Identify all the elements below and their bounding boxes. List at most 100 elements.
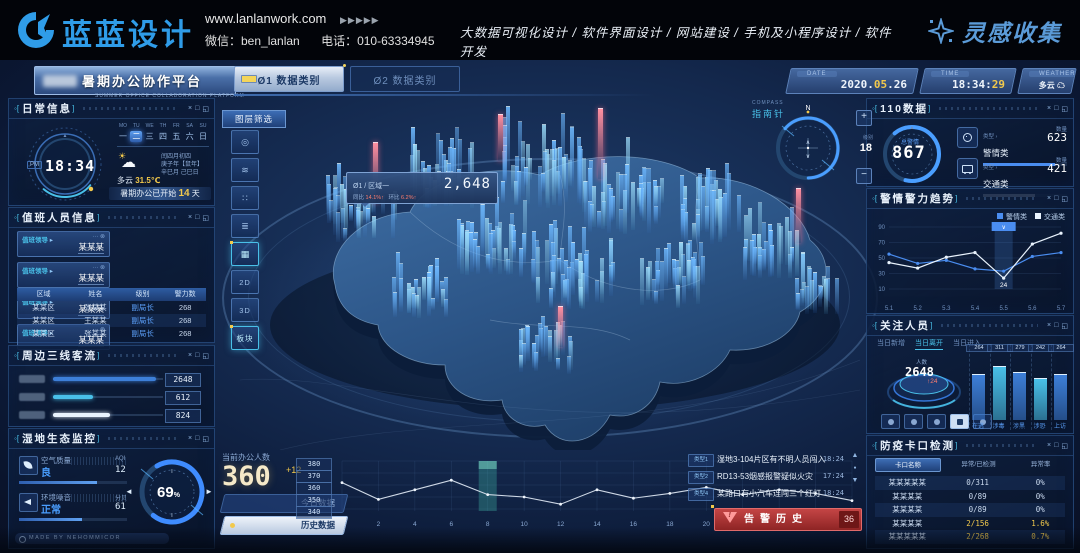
minimize-icon[interactable]: □	[1054, 105, 1058, 112]
alert-list: 类型1湿地3-104片区有不明人员闯入18:24类型2RD13-53烟感报警疑似…	[688, 452, 844, 503]
watch-tab[interactable]: 当日离开	[915, 338, 943, 350]
checkpoint-row: 某某某某某2/2680.7%	[875, 530, 1065, 544]
svg-text:12: 12	[557, 521, 565, 528]
close-icon[interactable]: ×	[1047, 105, 1051, 112]
flow-bar-row: 824	[19, 409, 207, 421]
alert-row[interactable]: 类型1湿地3-104片区有不明人员闯入18:24	[688, 452, 844, 469]
svg-text:∨: ∨	[806, 154, 810, 160]
promo-banner: 蓝蓝设计 www.lanlanwork.com ▶▶▶▶▶ 微信：ben_lan…	[0, 0, 1080, 60]
gauge-value: 867	[892, 143, 926, 163]
tab-data-category-2[interactable]: Ø2 数据类别	[350, 66, 460, 92]
air-bar	[19, 481, 127, 484]
website-line: www.lanlanwork.com ▶▶▶▶▶	[205, 11, 380, 26]
watch-bar: 242涉恐	[1031, 344, 1049, 430]
gauge-prev-arrow[interactable]: ◄	[125, 487, 133, 496]
minimize-icon[interactable]: □	[195, 105, 199, 112]
gauge-next-arrow[interactable]: ►	[205, 487, 213, 496]
panel-eco-monitor: ◦[湿地生态监控]×□◱ 空气质量 良 AQI 12 环境噪音 正常 分贝 61…	[8, 428, 215, 549]
close-icon[interactable]: ×	[1047, 322, 1051, 329]
minimize-icon[interactable]: □	[1054, 322, 1058, 329]
close-icon[interactable]: ×	[188, 214, 192, 221]
2d-view-button[interactable]: 2D	[231, 270, 259, 294]
alert-scrollbar: ▲ ● ▼	[849, 452, 861, 484]
close-icon[interactable]: ×	[1047, 442, 1051, 449]
arrows-decoration: ▶▶▶▶▶	[340, 15, 380, 25]
duty-table: 区域姓名级别警力数某某区张某某副局长268某某区王某某副局长268某某区张某某副…	[17, 288, 206, 338]
target-icon[interactable]	[927, 414, 946, 429]
minimize-icon[interactable]: □	[195, 214, 199, 221]
alert-type-badge: 类型1	[688, 454, 714, 467]
alert-row[interactable]: 类型2RD13-53烟感报警疑似火灾17:24	[688, 469, 844, 486]
svg-text:▲: ▲	[910, 125, 915, 131]
close-icon[interactable]: ×	[1047, 195, 1051, 202]
poi-layer-icon[interactable]: ◎	[231, 130, 259, 154]
key-icon[interactable]	[904, 414, 923, 429]
weather-value: 多云 ☁	[1039, 80, 1065, 91]
clock-time: 18:34	[45, 157, 95, 175]
blocks-view-button[interactable]: 板块	[231, 326, 259, 350]
list-layer-icon[interactable]: ≣	[231, 214, 259, 238]
tab-data-category-1[interactable]: Ø1 数据类别	[234, 66, 344, 92]
minimize-icon[interactable]: □	[195, 435, 199, 442]
vehicle-icon[interactable]	[881, 414, 900, 429]
zoom-in-button[interactable]: +	[856, 110, 872, 126]
duty-leader-card[interactable]: 值班领导 ▸··· ⊗某某某	[17, 231, 110, 257]
chart-layer-icon[interactable]: ▦	[231, 242, 259, 266]
signal-layer-icon[interactable]: ≋	[231, 158, 259, 182]
close-icon[interactable]: ×	[188, 352, 192, 359]
expand-icon[interactable]: ◱	[202, 105, 209, 113]
weather-temp: 多云 31.5℃	[117, 175, 161, 186]
grid-layer-icon[interactable]: ∷	[231, 186, 259, 210]
checkpoint-row: 某某某某0/890%	[875, 490, 1065, 504]
weather-widget: WEATHER 多云 ☁	[1017, 68, 1077, 94]
alert-row[interactable]: 类型4某路口有小汽车连闯三个红灯18:24	[688, 486, 844, 503]
lanlan-logo-icon	[16, 10, 56, 50]
svg-text:16: 16	[630, 521, 638, 528]
panel-daily-info: ◦[日常信息]×□◱ ▲ PM 18:34 MO一TU二WE三TH四FR五SA六…	[8, 98, 215, 206]
checkpoint-name-header-button[interactable]: 卡口名称	[875, 458, 941, 472]
expand-icon[interactable]: ◱	[1061, 322, 1068, 330]
watch-bar: 279涉黑	[1010, 344, 1028, 430]
close-icon[interactable]: ×	[188, 435, 192, 442]
close-icon[interactable]: ×	[188, 105, 192, 112]
alert-history-button[interactable]: 告警历史 36	[714, 508, 862, 531]
watch-tab[interactable]: 当日新增	[877, 338, 905, 350]
scroll-up-icon[interactable]: ▲	[852, 452, 859, 459]
noise-bar	[19, 518, 127, 521]
duty-leader-card[interactable]: 值班领导 ▸··· ⊗某某某	[17, 262, 110, 288]
time-value: 18:34:29	[952, 78, 1005, 91]
zoom-out-button[interactable]: −	[856, 168, 872, 184]
weekday-cell: TU二	[130, 123, 142, 142]
svg-text:I: I	[171, 469, 172, 475]
scroll-thumb[interactable]: ●	[853, 465, 856, 471]
expand-icon[interactable]: ◱	[1061, 105, 1068, 113]
svg-text:14: 14	[593, 521, 601, 528]
compass-widget: COMPASS 指南针 N ∧ ∨ + 级别 18 −	[742, 100, 874, 194]
expand-icon[interactable]: ◱	[1061, 195, 1068, 203]
expand-icon[interactable]: ◱	[202, 435, 209, 443]
time-widget: TIME 18:34:29	[919, 68, 1017, 94]
expand-icon[interactable]: ◱	[202, 214, 209, 222]
services-list: 大数据可视化设计 / 软件界面设计 / 网站建设 / 手机及小程序设计 / 软件…	[460, 22, 900, 60]
svg-text:2: 2	[377, 521, 381, 528]
weekday-strip: MO一TU二WE三TH四FR五SA六SU日	[117, 123, 209, 142]
expand-icon[interactable]: ◱	[202, 352, 209, 360]
redacted-line-label	[19, 393, 45, 401]
3d-view-button[interactable]: 3D	[231, 298, 259, 322]
lunar-calendar-info: 闰四月初四庚子年【鼠年】辛巳月 己巳日	[161, 153, 203, 177]
weekday-cell: MO一	[117, 123, 129, 142]
minimize-icon[interactable]: □	[1054, 195, 1058, 202]
minimize-icon[interactable]: □	[195, 352, 199, 359]
website-url[interactable]: www.lanlanwork.com	[205, 11, 326, 26]
weather-label: WEATHER	[1029, 71, 1077, 77]
badge-icon	[957, 127, 978, 148]
office-count-value: 360	[222, 461, 271, 492]
svg-text:5.5: 5.5	[999, 306, 1008, 312]
scroll-down-icon[interactable]: ▼	[852, 477, 859, 484]
minimize-icon[interactable]: □	[1054, 442, 1058, 449]
time-label: TIME	[931, 71, 969, 77]
contact-line: 微信：ben_lanlan 电话：010-63334945	[205, 32, 453, 49]
expand-icon[interactable]: ◱	[1061, 442, 1068, 450]
inspiration-collect[interactable]: 灵感收集	[928, 14, 1062, 48]
panel-passenger-flow: ◦[周边三线客流]×□◱ 2648 612 824	[8, 345, 215, 427]
